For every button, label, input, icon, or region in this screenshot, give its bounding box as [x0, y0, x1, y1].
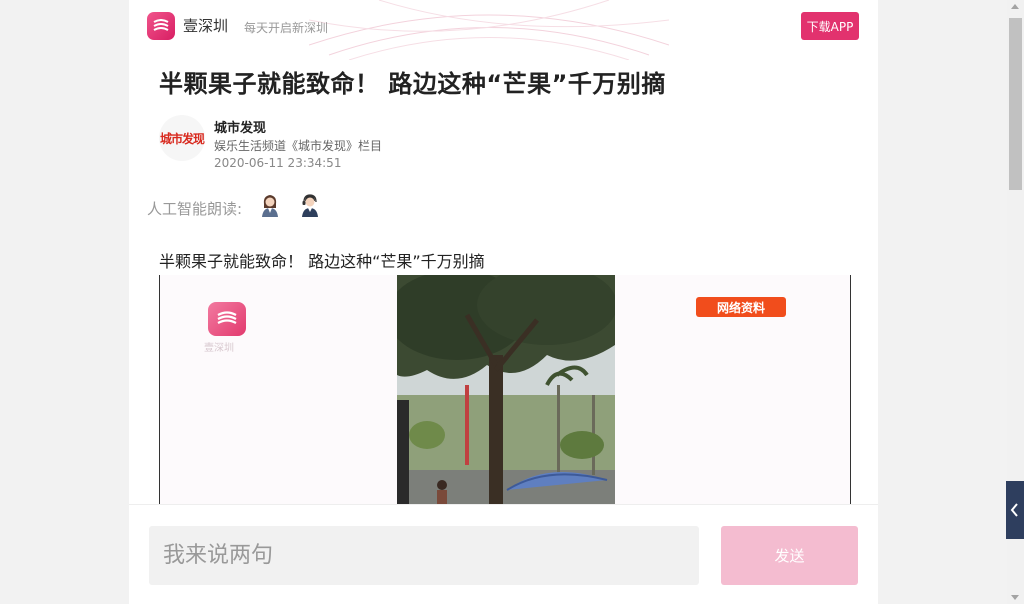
publish-date: 2020-06-11 23:34:51: [214, 156, 342, 170]
female-voice-icon[interactable]: [259, 193, 281, 217]
author-channel: 娱乐生活频道《城市发现》栏目: [214, 139, 383, 153]
article-title: 半颗果子就能致命！ 路边这种“芒果”千万别摘: [159, 70, 666, 98]
app-name: 壹深圳: [183, 17, 229, 35]
top-header: 壹深圳 每天开启新深圳 下载APP: [129, 0, 878, 52]
chevron-left-icon: [1010, 503, 1018, 517]
app-slogan: 每天开启新深圳: [244, 21, 329, 35]
author-avatar-text: 城市发现: [159, 131, 205, 146]
author-name[interactable]: 城市发现: [214, 117, 266, 136]
comment-input[interactable]: [149, 526, 699, 585]
network-source-badge: 网络资料: [696, 297, 786, 317]
send-button[interactable]: 发送: [721, 526, 858, 585]
article-page: 壹深圳 每天开启新深圳 下载APP 半颗果子就能致命！ 路边这种“芒果”千万别摘…: [129, 0, 878, 604]
download-app-button[interactable]: 下载APP: [801, 12, 859, 40]
video-frame-street-scene: [397, 275, 615, 515]
scroll-up-arrow-icon[interactable]: [1011, 4, 1019, 9]
male-voice-icon[interactable]: [299, 193, 321, 217]
author-avatar[interactable]: 城市发现: [159, 115, 205, 161]
side-panel-toggle[interactable]: [1006, 481, 1024, 539]
scrollbar-thumb[interactable]: [1009, 18, 1022, 190]
comment-bar: 发送: [129, 504, 878, 604]
scroll-down-arrow-icon[interactable]: [1011, 595, 1019, 600]
article-subtitle: 半颗果子就能致命！ 路边这种“芒果”千万别摘: [159, 252, 485, 271]
app-logo-icon[interactable]: [147, 12, 175, 40]
video-player[interactable]: 壹深圳 网络资料: [159, 275, 851, 515]
ai-read-label: 人工智能朗读:: [147, 200, 243, 218]
video-watermark-text: 壹深圳: [204, 343, 234, 354]
video-watermark-logo-icon: [208, 302, 246, 336]
